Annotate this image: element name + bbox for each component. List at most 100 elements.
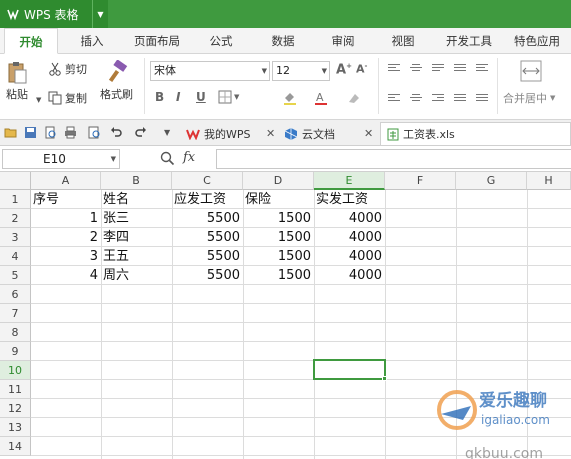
column-header[interactable]: F [385,172,456,190]
select-all-corner[interactable] [0,172,31,190]
row-header[interactable]: 1 [0,190,31,209]
table-cell[interactable]: 王五 [101,247,172,266]
wrap-text-icon[interactable] [476,64,488,74]
tab-view[interactable]: 视图 [382,28,424,54]
table-cell[interactable]: 1500 [243,209,314,228]
tab-special[interactable]: 特色应用 [508,28,566,54]
row-header-selected[interactable]: 10 [0,361,31,380]
decrease-font-size-icon[interactable]: A- [356,62,367,76]
align-right-icon[interactable] [432,94,444,104]
row-header[interactable]: 11 [0,380,31,399]
underline-button[interactable]: U [196,90,206,104]
chevron-down-icon[interactable]: ▼ [234,93,239,101]
merge-center-button[interactable]: 合并居中 ▼ [503,90,555,106]
name-box[interactable]: E10 ▼ [2,149,120,169]
italic-button[interactable]: I [176,90,180,104]
spreadsheet-grid[interactable]: A B C D E F G H 1 2 3 4 5 6 7 8 9 10 11 … [0,172,571,459]
doc-tab-active[interactable]: 工资表.xls [380,122,571,145]
merge-center-icon[interactable] [520,60,542,82]
undo-icon[interactable] [110,126,123,139]
tab-data[interactable]: 数据 [262,28,304,54]
table-header-cell[interactable]: 保险 [243,190,314,209]
table-cell[interactable]: 4000 [314,266,385,285]
preview-icon[interactable] [88,126,101,139]
align-left-icon[interactable] [388,94,400,104]
cut-button[interactable]: 剪切 [48,61,87,77]
align-top-icon[interactable] [388,64,400,74]
row-header[interactable]: 3 [0,228,31,247]
justify-icon[interactable] [454,94,466,104]
table-cell[interactable]: 周六 [101,266,172,285]
row-header[interactable]: 4 [0,247,31,266]
row-header[interactable]: 2 [0,209,31,228]
table-cell[interactable]: 4000 [314,228,385,247]
tab-home[interactable]: 开始 [4,28,58,54]
column-header-selected[interactable]: E [314,172,385,190]
print-icon[interactable] [64,126,77,139]
table-header-cell[interactable]: 序号 [31,190,101,209]
copy-button[interactable]: 复制 [48,90,87,106]
app-menu-button[interactable]: WPS 表格 [0,0,92,28]
tab-developer[interactable]: 开发工具 [440,28,498,54]
table-cell[interactable]: 张三 [101,209,172,228]
tab-formulas[interactable]: 公式 [200,28,242,54]
doc-tab-cloud-docs[interactable]: 云文档 [284,122,335,145]
table-header-cell[interactable]: 应发工资 [172,190,243,209]
table-cell[interactable]: 1 [31,209,101,228]
fill-handle[interactable] [382,376,387,381]
table-cell[interactable]: 4000 [314,247,385,266]
insert-function-button[interactable]: fx [183,150,195,165]
column-header[interactable]: H [527,172,571,190]
row-header[interactable]: 8 [0,323,31,342]
row-header[interactable]: 14 [0,437,31,456]
distributed-icon[interactable] [476,94,488,104]
borders-icon[interactable] [218,90,232,104]
table-cell[interactable]: 李四 [101,228,172,247]
align-center-icon[interactable] [410,94,422,104]
zoom-search-icon[interactable] [160,151,175,166]
table-cell[interactable]: 5500 [172,266,243,285]
table-cell[interactable]: 5500 [172,209,243,228]
table-cell[interactable]: 5500 [172,247,243,266]
table-header-cell[interactable]: 姓名 [101,190,172,209]
row-header[interactable]: 9 [0,342,31,361]
table-cell[interactable]: 4000 [314,209,385,228]
doc-tab-my-wps[interactable]: 我的WPS [186,122,251,145]
orientation-icon[interactable] [454,64,466,74]
align-bottom-icon[interactable] [432,64,444,74]
table-cell[interactable]: 4 [31,266,101,285]
row-header[interactable]: 12 [0,399,31,418]
table-cell[interactable]: 1500 [243,247,314,266]
table-cell[interactable]: 5500 [172,228,243,247]
row-header[interactable]: 6 [0,285,31,304]
open-folder-icon[interactable] [4,126,17,139]
format-painter-button[interactable]: 格式刷 [100,60,133,102]
print-preview-icon[interactable] [44,126,57,139]
tab-page-layout[interactable]: 页面布局 [128,28,186,54]
column-header[interactable]: D [243,172,314,190]
table-cell[interactable]: 3 [31,247,101,266]
row-header[interactable]: 13 [0,418,31,437]
tab-review[interactable]: 审阅 [322,28,364,54]
bold-button[interactable]: B [155,90,164,104]
table-cell[interactable]: 1500 [243,228,314,247]
increase-font-size-icon[interactable]: A+ [336,62,352,77]
clear-format-icon[interactable] [346,90,362,106]
redo-icon[interactable] [134,126,147,139]
column-header[interactable]: G [456,172,527,190]
column-header[interactable]: C [172,172,243,190]
font-name-select[interactable]: 宋体 ▼ [150,61,270,81]
table-cell[interactable]: 2 [31,228,101,247]
selected-cell-outline[interactable] [313,359,386,380]
app-menu-dropdown-icon[interactable]: ▼ [92,0,108,28]
column-header[interactable]: B [101,172,172,190]
font-color-icon[interactable]: A [314,90,328,106]
row-header[interactable]: 5 [0,266,31,285]
tab-insert[interactable]: 插入 [70,28,114,54]
formula-input[interactable] [216,149,571,169]
table-cell[interactable]: 1500 [243,266,314,285]
close-icon[interactable]: ✕ [266,127,275,140]
fill-color-icon[interactable] [282,90,298,106]
customize-toolbar-icon[interactable]: ▼ [164,128,170,137]
paste-button[interactable]: 粘贴 [6,60,28,102]
